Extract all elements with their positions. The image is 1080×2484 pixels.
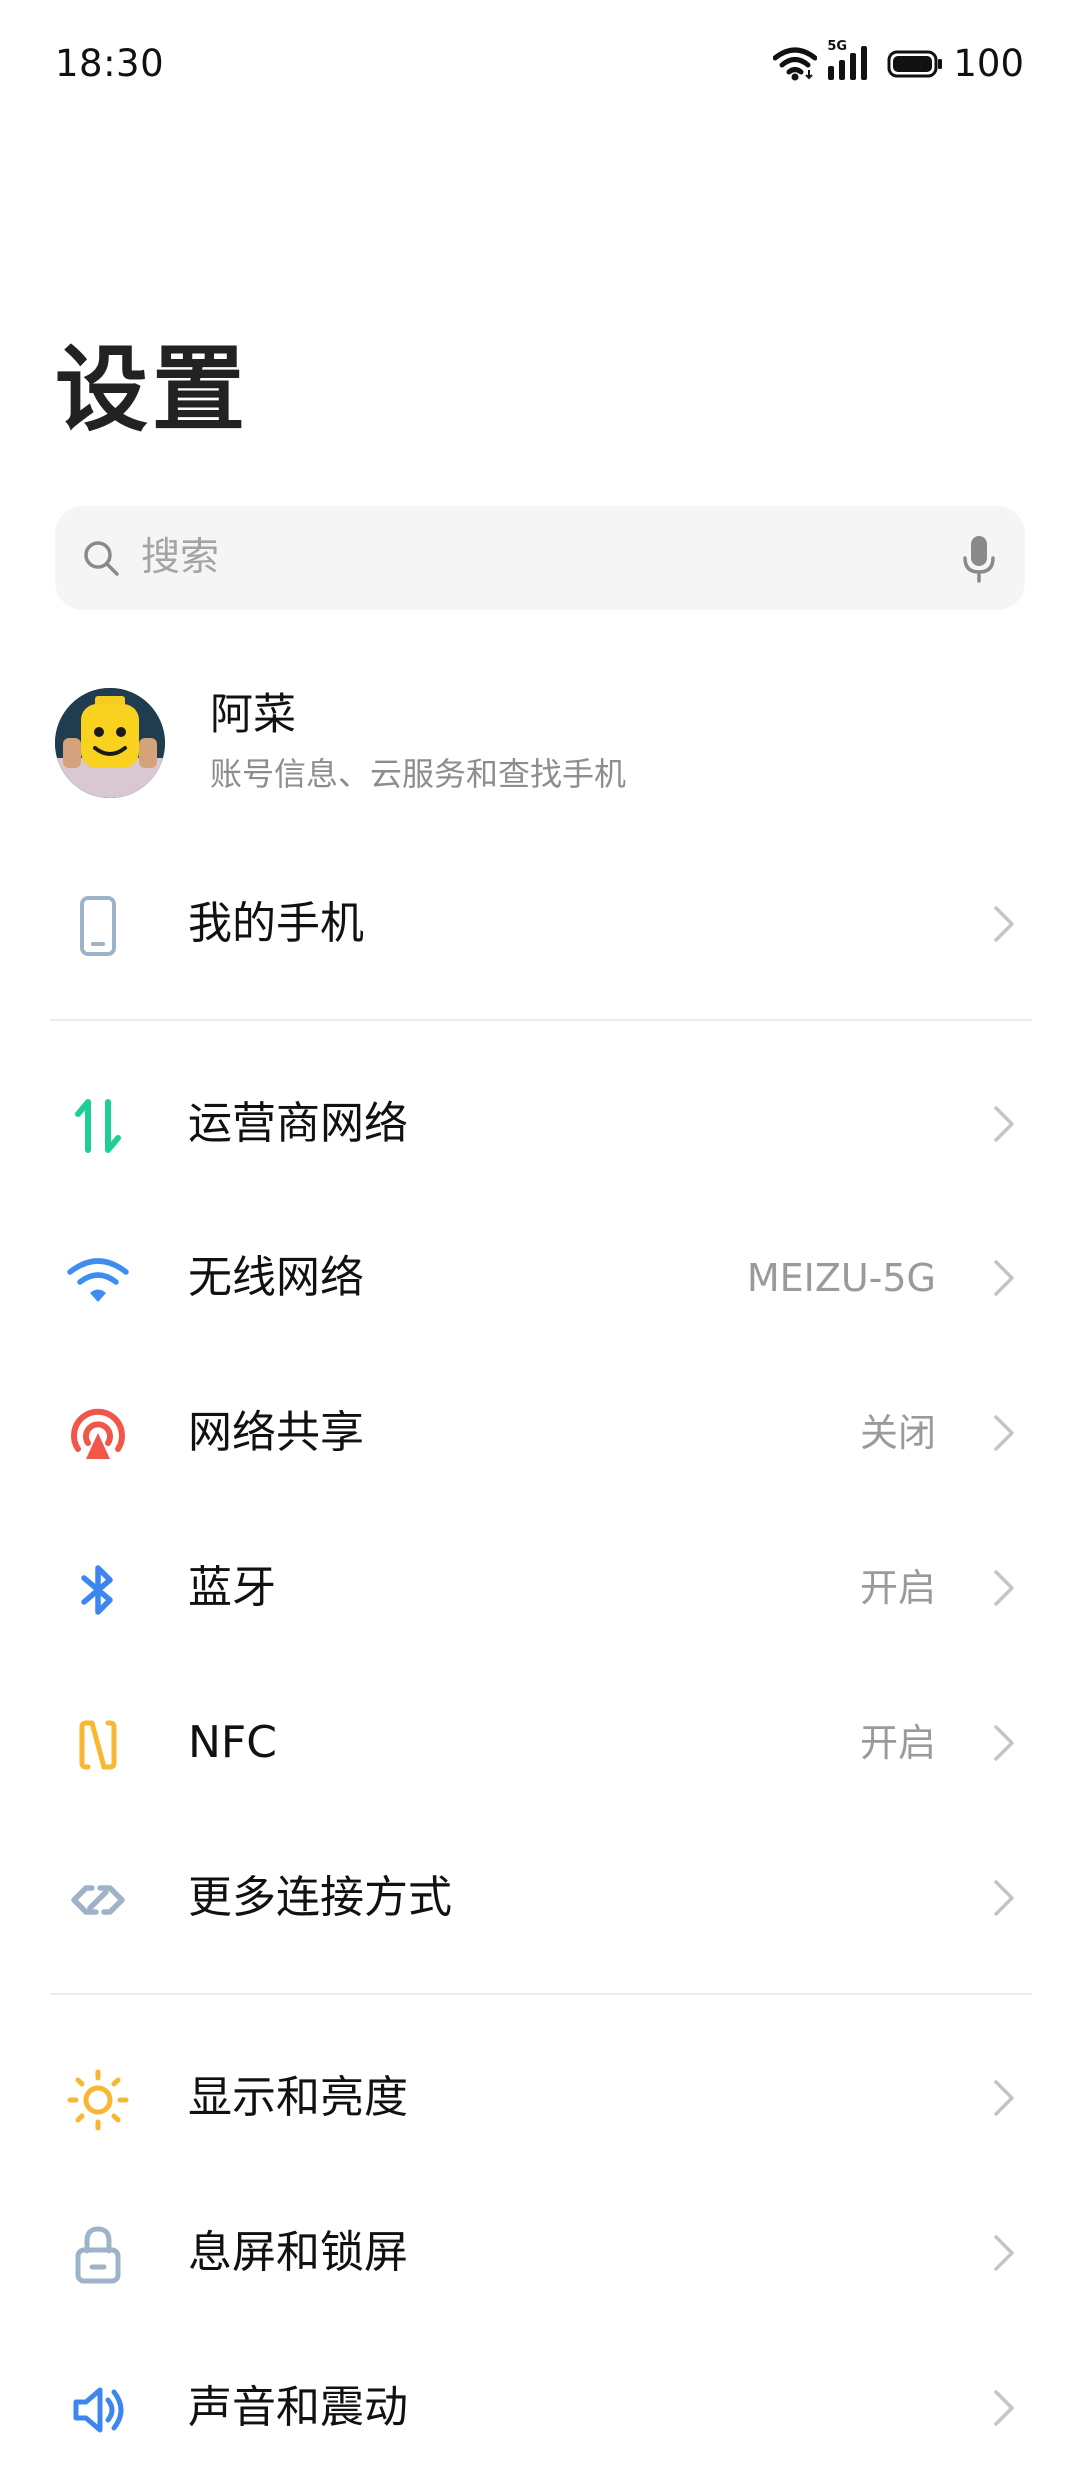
setting-row-bluetooth[interactable]: 蓝牙 开启 bbox=[0, 1510, 1080, 1664]
setting-row-lock-screen[interactable]: 息屏和锁屏 bbox=[0, 2175, 1080, 2329]
microphone-icon[interactable] bbox=[961, 534, 997, 584]
phone-icon bbox=[66, 894, 130, 958]
row-label: 声音和震动 bbox=[188, 2382, 408, 2433]
row-label: 运营商网络 bbox=[188, 1098, 408, 1149]
battery-icon bbox=[887, 49, 943, 79]
chevron-right-icon bbox=[992, 1878, 1016, 1918]
status-time: 18:30 bbox=[55, 42, 165, 85]
chevron-right-icon bbox=[992, 1568, 1016, 1608]
nfc-icon bbox=[66, 1713, 130, 1777]
bluetooth-icon bbox=[66, 1558, 130, 1622]
status-bar: 18:30 5G 100 bbox=[0, 0, 1080, 128]
setting-row-display[interactable]: 显示和亮度 bbox=[0, 2020, 1080, 2174]
avatar bbox=[55, 688, 165, 798]
cellular-signal-icon: 5G bbox=[827, 40, 873, 84]
row-label: 蓝牙 bbox=[188, 1562, 276, 1613]
account-subtitle: 账号信息、云服务和查找手机 bbox=[210, 755, 627, 793]
row-value: 开启 bbox=[859, 1566, 936, 1610]
chevron-right-icon bbox=[992, 2078, 1016, 2118]
account-row[interactable]: 阿菜 账号信息、云服务和查找手机 bbox=[0, 680, 1080, 810]
row-label: 更多连接方式 bbox=[188, 1872, 452, 1923]
lock-icon bbox=[66, 2223, 130, 2287]
row-value: MEIZU-5G bbox=[746, 1256, 936, 1300]
hotspot-icon bbox=[66, 1403, 130, 1467]
chevron-right-icon bbox=[992, 1104, 1016, 1144]
search-icon bbox=[81, 538, 121, 578]
page-title: 设置 bbox=[55, 336, 249, 444]
account-name: 阿菜 bbox=[210, 690, 296, 740]
setting-row-my-phone[interactable]: 我的手机 bbox=[0, 846, 1080, 1000]
chevron-right-icon bbox=[992, 1723, 1016, 1763]
status-icons: 5G 100 bbox=[773, 38, 1024, 90]
chevron-right-icon bbox=[992, 904, 1016, 944]
row-value: 开启 bbox=[859, 1721, 936, 1765]
row-label: 显示和亮度 bbox=[188, 2072, 408, 2123]
row-label: 网络共享 bbox=[188, 1407, 364, 1458]
sun-icon bbox=[66, 2068, 130, 2132]
chevron-right-icon bbox=[992, 1413, 1016, 1453]
section-divider bbox=[50, 1019, 1032, 1021]
setting-row-hotspot[interactable]: 网络共享 关闭 bbox=[0, 1355, 1080, 1509]
setting-row-carrier-network[interactable]: 运营商网络 bbox=[0, 1046, 1080, 1200]
row-label: 息屏和锁屏 bbox=[188, 2227, 408, 2278]
setting-row-sound[interactable]: 声音和震动 bbox=[0, 2330, 1080, 2484]
row-label: NFC bbox=[188, 1717, 277, 1768]
chevron-right-icon bbox=[992, 1258, 1016, 1298]
wifi-icon bbox=[773, 46, 818, 82]
battery-level: 100 bbox=[953, 42, 1024, 85]
chevron-right-icon bbox=[992, 2388, 1016, 2428]
search-placeholder: 搜索 bbox=[141, 535, 220, 580]
data-arrows-icon bbox=[66, 1094, 130, 1158]
section-divider bbox=[50, 1993, 1032, 1995]
setting-row-more-connections[interactable]: 更多连接方式 bbox=[0, 1820, 1080, 1974]
row-value: 关闭 bbox=[859, 1411, 936, 1455]
row-label: 我的手机 bbox=[188, 898, 364, 949]
row-label: 无线网络 bbox=[188, 1252, 364, 1303]
setting-row-nfc[interactable]: NFC 开启 bbox=[0, 1665, 1080, 1819]
wifi-icon bbox=[66, 1248, 130, 1312]
link-icon bbox=[66, 1868, 130, 1932]
setting-row-wifi[interactable]: 无线网络 MEIZU-5G bbox=[0, 1200, 1080, 1354]
search-input[interactable]: 搜索 bbox=[55, 506, 1025, 610]
chevron-right-icon bbox=[992, 2233, 1016, 2273]
speaker-icon bbox=[66, 2378, 130, 2442]
